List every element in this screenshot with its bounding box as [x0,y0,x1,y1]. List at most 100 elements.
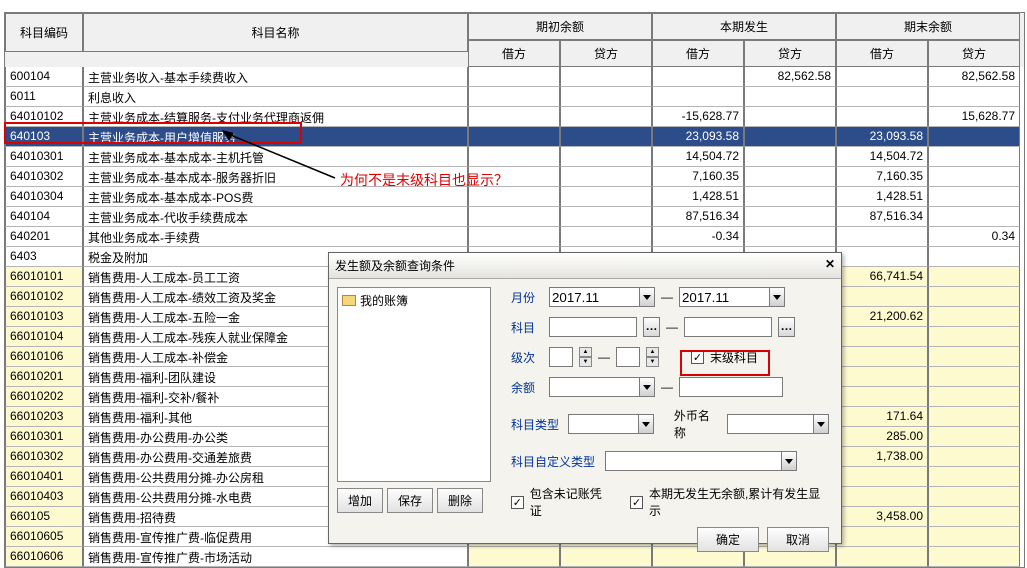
cell: 利息收入 [83,87,468,107]
cell: 主营业务成本-基本成本-POS费 [83,187,468,207]
cell [652,67,744,87]
cell [468,67,560,87]
header-qc-debit: 借方 [468,40,560,67]
dialog-title-text: 发生额及余额查询条件 [335,257,455,274]
tree-item[interactable]: 我的账簿 [342,292,486,309]
table-row[interactable]: 600104 主营业务收入-基本手续费收入82,562.5882,562.58 [5,67,1024,87]
spin-down[interactable]: ▼ [646,357,659,367]
balance-to[interactable] [679,377,783,397]
cell: 64010304 [5,187,83,207]
table-row[interactable]: 64010304 主营业务成本-基本成本-POS费1,428.511,428.5… [5,187,1024,207]
cell [744,227,836,247]
cell [928,447,1020,467]
cell [468,207,560,227]
chevron-down-icon[interactable] [639,287,655,307]
cell [744,147,836,167]
cell: 主营业务成本-结算服务-支付业务代理商返佣 [83,107,468,127]
cell [928,287,1020,307]
level-from[interactable] [549,347,573,367]
dash2: — [666,320,678,334]
chevron-down-icon[interactable] [781,451,797,471]
table-row[interactable]: 640103 主营业务成本-用户增值服务23,093.5823,093.58 [5,127,1024,147]
tree-box[interactable]: 我的账簿 [337,287,491,482]
ellipsis-icon[interactable]: … [643,317,660,337]
cell: 64010102 [5,107,83,127]
custom-type[interactable] [605,451,781,471]
cell: 1,428.51 [836,187,928,207]
cell [560,87,652,107]
month-from[interactable] [549,287,639,307]
balance-from[interactable] [549,377,639,397]
cell: -0.34 [652,227,744,247]
cell [744,87,836,107]
cell [560,107,652,127]
subject-from[interactable] [549,317,637,337]
cell [560,167,652,187]
cell [928,167,1020,187]
cell [468,107,560,127]
subject-type[interactable] [568,414,638,434]
cell: 66010403 [5,487,83,507]
cell: 66010302 [5,447,83,467]
cell: 64010302 [5,167,83,187]
cell [928,187,1020,207]
table-row[interactable]: 64010302 主营业务成本-基本成本-服务器折旧7,160.357,160.… [5,167,1024,187]
cell: 1,738.00 [836,447,928,467]
chevron-down-icon[interactable] [639,377,655,397]
chevron-down-icon[interactable] [813,414,829,434]
chevron-down-icon[interactable] [638,414,654,434]
header-row-1: 科目编码 科目名称 期初余额 本期发生 期末余额 借方 贷方 借方 贷方 借方 … [5,13,1024,67]
chevron-down-icon[interactable] [769,287,785,307]
table-row[interactable]: 6011利息收入 [5,87,1024,107]
cell: 66,741.54 [836,267,928,287]
cell: 66010104 [5,327,83,347]
cell: 640201 [5,227,83,247]
cell [928,547,1020,567]
table-row[interactable]: 64010102 主营业务成本-结算服务-支付业务代理商返佣-15,628.77… [5,107,1024,127]
btn-save[interactable]: 保存 [387,488,433,513]
chk-nobal[interactable]: ✓ [630,496,643,509]
ellipsis-icon[interactable]: … [778,317,795,337]
cell: 23,093.58 [836,127,928,147]
cell [928,467,1020,487]
btn-ok[interactable]: 确定 [697,527,759,552]
close-icon[interactable]: ✕ [825,257,835,274]
currency[interactable] [727,414,813,434]
cell: 主营业务成本-基本成本-服务器折旧 [83,167,468,187]
cell: 66010606 [5,547,83,567]
cell [652,87,744,107]
table-row[interactable]: 640201 其他业务成本-手续费-0.340.34 [5,227,1024,247]
cell [928,507,1020,527]
cell: 640103 [5,127,83,147]
spin-up[interactable]: ▲ [646,347,659,357]
cell: 82,562.58 [744,67,836,87]
subject-to[interactable] [684,317,772,337]
header-qm-debit: 借方 [836,40,928,67]
btn-delete[interactable]: 删除 [437,488,483,513]
month-to[interactable] [679,287,769,307]
table-row[interactable]: 64010301 主营业务成本-基本成本-主机托管14,504.7214,504… [5,147,1024,167]
cell [836,367,928,387]
cell [468,187,560,207]
cell [560,67,652,87]
cell: 23,093.58 [652,127,744,147]
chk-leaf[interactable]: ✓ [691,351,704,364]
cell [836,227,928,247]
btn-add[interactable]: 增加 [337,488,383,513]
tree-item-label: 我的账簿 [360,292,408,309]
cell [560,227,652,247]
header-name: 科目名称 [83,13,468,52]
cell: 87,516.34 [836,207,928,227]
table-row[interactable]: 640104 主营业务成本-代收手续费成本87,516.3487,516.34 [5,207,1024,227]
cell: 285.00 [836,427,928,447]
dialog-titlebar: 发生额及余额查询条件 ✕ [329,253,841,279]
cell: 66010103 [5,307,83,327]
chk-include[interactable]: ✓ [511,496,524,509]
cell: 7,160.35 [836,167,928,187]
spin-up[interactable]: ▲ [579,347,592,357]
level-to[interactable] [616,347,640,367]
lbl-subject-type: 科目类型 [511,416,562,433]
cell [560,147,652,167]
btn-cancel[interactable]: 取消 [767,527,829,552]
spin-down[interactable]: ▼ [579,357,592,367]
